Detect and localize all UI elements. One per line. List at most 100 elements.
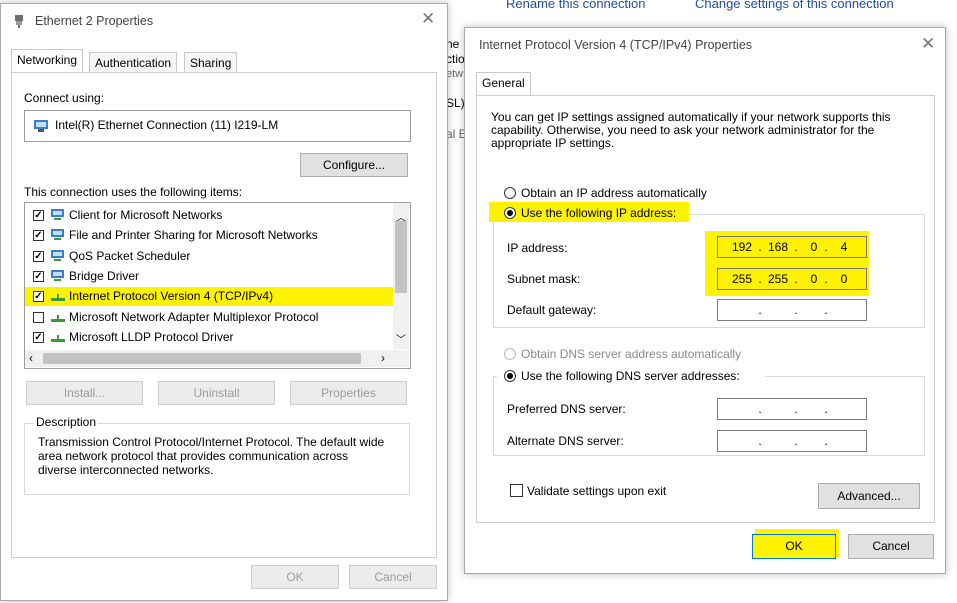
validate-label[interactable]: Validate settings upon exit xyxy=(527,484,666,498)
vertical-scrollbar[interactable]: ︿ ﹀ xyxy=(393,203,409,349)
description-label: Description xyxy=(34,415,99,429)
tab-networking[interactable]: Networking xyxy=(11,49,84,72)
item-checkbox[interactable]: ✓ xyxy=(33,331,44,343)
item-checkbox[interactable]: ✓ xyxy=(33,270,44,282)
network-service-icon xyxy=(50,228,66,245)
ip-octet[interactable]: 192 xyxy=(728,240,756,254)
ip-separator: . xyxy=(794,272,798,286)
window-title: Ethernet 2 Properties xyxy=(35,14,154,28)
item-label: QoS Packet Scheduler xyxy=(69,248,191,263)
validate-checkbox[interactable] xyxy=(510,484,523,497)
ip-address-field[interactable]: 192 168 0 4... xyxy=(717,236,867,258)
item-checkbox[interactable]: ✓ xyxy=(33,250,44,262)
item-checkbox[interactable]: ✓ xyxy=(33,230,44,242)
ip-separator: . xyxy=(824,272,828,286)
ip-octet[interactable]: 168 xyxy=(764,240,792,254)
uninstall-button[interactable]: Uninstall xyxy=(158,381,275,405)
protocol-icon xyxy=(50,310,66,327)
obtain-dns-auto-radio[interactable] xyxy=(504,348,516,360)
ip-separator: . xyxy=(758,240,762,254)
protocol-icon xyxy=(50,289,66,306)
items-label: This connection uses the following items… xyxy=(24,185,243,199)
default-gateway-field[interactable]: ... xyxy=(717,299,867,321)
list-item[interactable]: ✓ Client for Microsoft Networks xyxy=(25,206,393,225)
ip-separator: . xyxy=(794,303,798,317)
list-item[interactable]: ✓ Bridge Driver xyxy=(25,267,393,286)
ip-octet[interactable]: 0 xyxy=(830,272,858,286)
adapter-box: Intel(R) Ethernet Connection (11) I219-L… xyxy=(24,110,411,142)
item-label: Microsoft LLDP Protocol Driver xyxy=(69,329,234,344)
close-icon[interactable]: ✕ xyxy=(921,35,935,52)
cancel-button[interactable]: Cancel xyxy=(349,565,437,589)
tab-general[interactable]: General xyxy=(476,72,531,95)
connect-using-label: Connect using: xyxy=(24,91,105,105)
properties-button[interactable]: Properties xyxy=(290,381,407,405)
scroll-right-icon[interactable]: › xyxy=(381,351,385,365)
subnet-mask-label: Subnet mask: xyxy=(507,272,581,286)
item-label: Microsoft Network Adapter Multiplexor Pr… xyxy=(69,309,319,324)
list-item[interactable]: Microsoft Network Adapter Multiplexor Pr… xyxy=(25,308,393,327)
h-scroll-thumb[interactable] xyxy=(43,353,361,364)
default-gateway-label: Default gateway: xyxy=(507,303,597,317)
use-following-ip-radio[interactable] xyxy=(504,207,516,219)
ip-separator: . xyxy=(758,402,762,416)
scroll-down-icon[interactable]: ﹀ xyxy=(396,331,406,346)
preferred-dns-field[interactable]: ... xyxy=(717,398,867,420)
ip-separator: . xyxy=(758,303,762,317)
configure-button[interactable]: Configure... xyxy=(300,153,408,177)
use-following-dns-radio[interactable] xyxy=(504,370,516,382)
tab-sharing[interactable]: Sharing xyxy=(184,52,238,73)
scroll-thumb[interactable] xyxy=(395,221,407,293)
scroll-left-icon[interactable]: ‹ xyxy=(29,351,33,365)
item-checkbox[interactable] xyxy=(33,311,44,323)
adapter-name: Intel(R) Ethernet Connection (11) I219-L… xyxy=(55,118,279,132)
ip-separator: . xyxy=(758,272,762,286)
network-client-icon xyxy=(50,208,66,225)
ip-separator: . xyxy=(794,402,798,416)
ip-octet[interactable]: 255 xyxy=(728,272,756,286)
close-icon[interactable]: ✕ xyxy=(421,10,435,27)
network-service-icon xyxy=(50,249,66,266)
alternate-dns-label: Alternate DNS server: xyxy=(507,434,624,448)
item-checkbox[interactable]: ✓ xyxy=(33,210,44,221)
ip-separator: . xyxy=(824,434,828,448)
subnet-mask-field[interactable]: 255 255 0 0... xyxy=(717,268,867,290)
network-adapter-icon xyxy=(33,119,49,136)
networking-panel: Connect using: Intel(R) Ethernet Connect… xyxy=(11,72,437,558)
list-item[interactable]: ✓ Microsoft LLDP Protocol Driver xyxy=(25,328,393,347)
advanced-button[interactable]: Advanced... xyxy=(818,483,920,509)
install-button[interactable]: Install... xyxy=(26,381,143,405)
ip-separator: . xyxy=(824,402,828,416)
ipv4-properties-dialog: Internet Protocol Version 4 (TCP/IPv4) P… xyxy=(464,27,946,574)
item-checkbox[interactable]: ✓ xyxy=(33,291,44,303)
ok-button[interactable]: OK xyxy=(251,565,339,589)
network-adapter-icon xyxy=(13,14,25,28)
use-following-ip-label[interactable]: Use the following IP address: xyxy=(521,206,676,220)
obtain-ip-auto-label[interactable]: Obtain an IP address automatically xyxy=(521,186,707,200)
items-list[interactable]: ✓ Client for Microsoft Networks ✓ File and … xyxy=(24,202,411,369)
alternate-dns-field[interactable]: ... xyxy=(717,430,867,452)
horizontal-scrollbar[interactable]: ‹ › xyxy=(25,350,409,367)
ip-separator: . xyxy=(824,303,828,317)
ip-octet[interactable]: 255 xyxy=(764,272,792,286)
list-item[interactable]: ✓ QoS Packet Scheduler xyxy=(25,247,393,266)
change-settings-link[interactable]: Change settings of this connection xyxy=(695,0,894,11)
preferred-dns-label: Preferred DNS server: xyxy=(507,402,626,416)
ip-separator: . xyxy=(758,434,762,448)
ok-button[interactable]: OK xyxy=(752,534,836,559)
cancel-button[interactable]: Cancel xyxy=(848,534,934,559)
intro-text: You can get IP settings assigned automat… xyxy=(491,110,891,150)
list-item[interactable]: ✓ Internet Protocol Version 4 (TCP/IPv4) xyxy=(25,287,393,307)
item-label: Internet Protocol Version 4 (TCP/IPv4) xyxy=(69,289,274,304)
obtain-dns-auto-label[interactable]: Obtain DNS server address automatically xyxy=(521,347,741,361)
obtain-ip-auto-radio[interactable] xyxy=(504,187,516,199)
ip-octet[interactable]: 4 xyxy=(830,240,858,254)
rename-connection-link[interactable]: Rename this connection xyxy=(506,0,645,11)
protocol-icon xyxy=(50,330,66,347)
ip-separator: . xyxy=(794,240,798,254)
general-panel: You can get IP settings assigned automat… xyxy=(476,95,935,523)
use-following-dns-label[interactable]: Use the following DNS server addresses: xyxy=(521,369,740,383)
ip-separator: . xyxy=(824,240,828,254)
tab-authentication[interactable]: Authentication xyxy=(89,52,178,73)
list-item[interactable]: ✓ File and Printer Sharing for Microsoft … xyxy=(25,226,393,245)
